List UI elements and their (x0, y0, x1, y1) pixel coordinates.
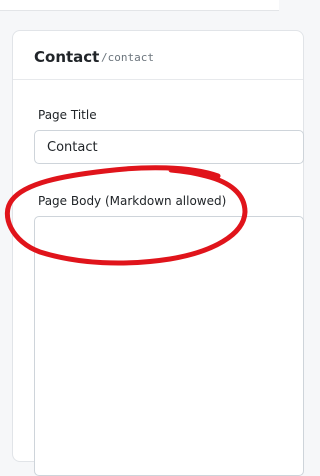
page-body-textarea[interactable] (34, 216, 304, 476)
top-bar (0, 0, 279, 11)
page-title-label: Page Title (38, 108, 97, 122)
page-slug: /contact (101, 51, 154, 64)
page-title-value: Contact (47, 140, 98, 155)
card-header: Contact /contact (13, 31, 303, 80)
page-title-input[interactable]: Contact (34, 130, 304, 164)
page-name: Contact (34, 48, 100, 66)
page-body-label: Page Body (Markdown allowed) (38, 194, 227, 208)
page-edit-card: Contact /contact Page Title Contact Page… (12, 30, 304, 476)
